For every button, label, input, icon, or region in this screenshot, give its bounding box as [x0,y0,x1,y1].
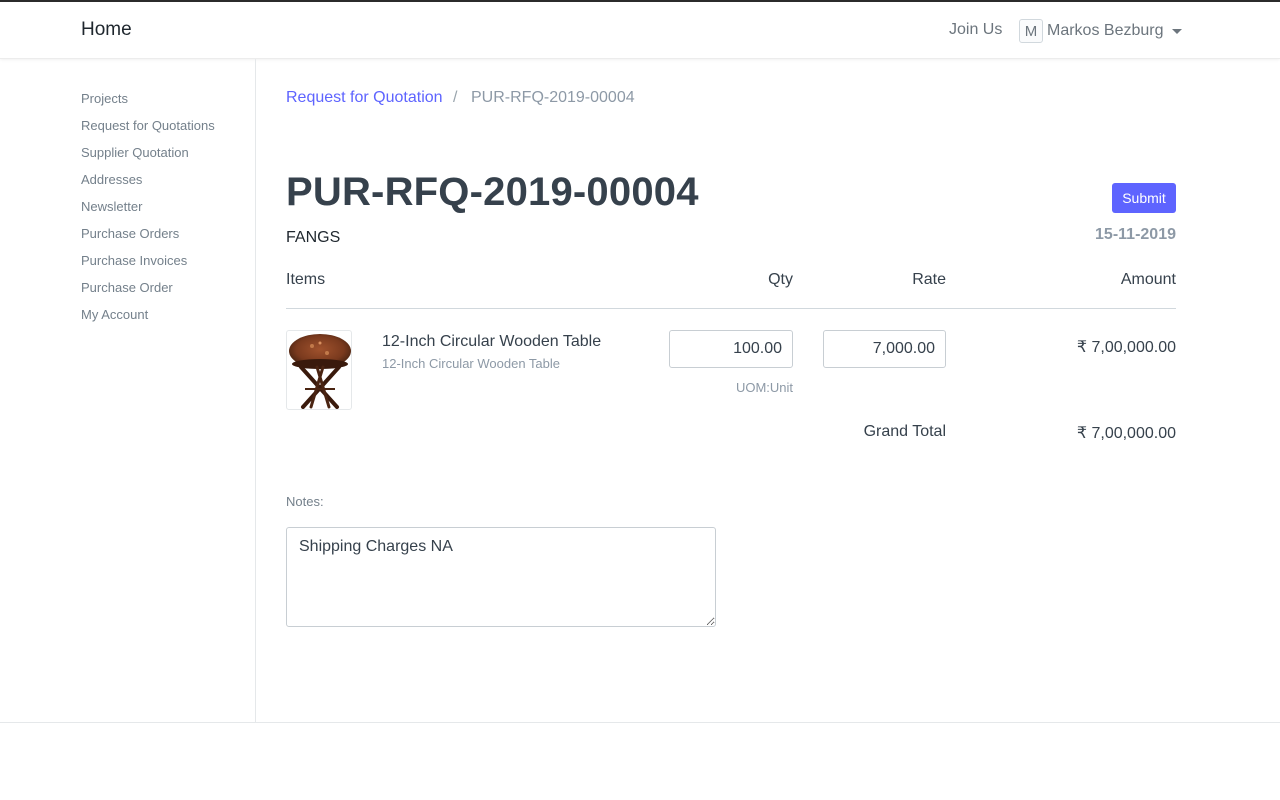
top-navbar: Home Join Us M Markos Bezburg [0,0,1280,59]
column-header-items: Items [286,271,326,288]
column-header-qty: Qty [768,271,793,288]
column-header-rate: Rate [912,271,946,288]
sidebar-item-newsletter[interactable]: Newsletter [81,199,142,214]
table-header-divider [286,308,1176,309]
chevron-down-icon [1171,28,1182,34]
notes-textarea[interactable]: Shipping Charges NA [286,527,716,627]
notes-label: Notes: [286,494,324,509]
item-name: 12-Inch Circular Wooden Table [382,333,602,350]
breadcrumb-separator: / [453,89,458,106]
sidebar-item-purchase-invoices[interactable]: Purchase Invoices [81,253,187,268]
sidebar-item-addresses[interactable]: Addresses [81,172,142,187]
sidebar-item-purchase-order[interactable]: Purchase Order [81,280,173,295]
rate-input[interactable] [823,330,946,368]
home-link[interactable]: Home [81,19,132,41]
sidebar-item-purchase-orders[interactable]: Purchase Orders [81,226,179,241]
item-description: 12-Inch Circular Wooden Table [382,356,561,371]
join-us-link[interactable]: Join Us [949,21,1002,39]
grand-total-value: ₹ 7,00,000.00 [1076,425,1176,442]
item-amount: ₹ 7,00,000.00 [1076,339,1176,356]
document-date: 15-11-2019 [1095,226,1176,243]
submit-button[interactable]: Submit [1112,183,1176,213]
sidebar-item-supplier-quotation[interactable]: Supplier Quotation [81,145,189,160]
sidebar-item-request-for-quotations[interactable]: Request for Quotations [81,118,215,133]
supplier-name: FANGS [286,229,341,246]
qty-input[interactable] [669,330,793,368]
sidebar-item-projects[interactable]: Projects [81,91,128,106]
column-header-amount: Amount [1120,271,1176,288]
page-title: PUR-RFQ-2019-00004 [286,170,699,214]
sidebar: Projects Request for Quotations Supplier… [0,59,256,723]
breadcrumb-parent-link[interactable]: Request for Quotation [286,89,443,107]
avatar: M [1019,19,1043,43]
breadcrumb-current: PUR-RFQ-2019-00004 [471,89,635,106]
user-menu-dropdown[interactable]: M Markos Bezburg [1019,19,1182,43]
footer-divider [0,722,1280,723]
uom-label: UOM:Unit [735,380,793,395]
user-name: Markos Bezburg [1047,22,1164,39]
wooden-table-image [286,330,352,410]
sidebar-item-my-account[interactable]: My Account [81,307,148,322]
grand-total-label: Grand Total [863,423,946,440]
